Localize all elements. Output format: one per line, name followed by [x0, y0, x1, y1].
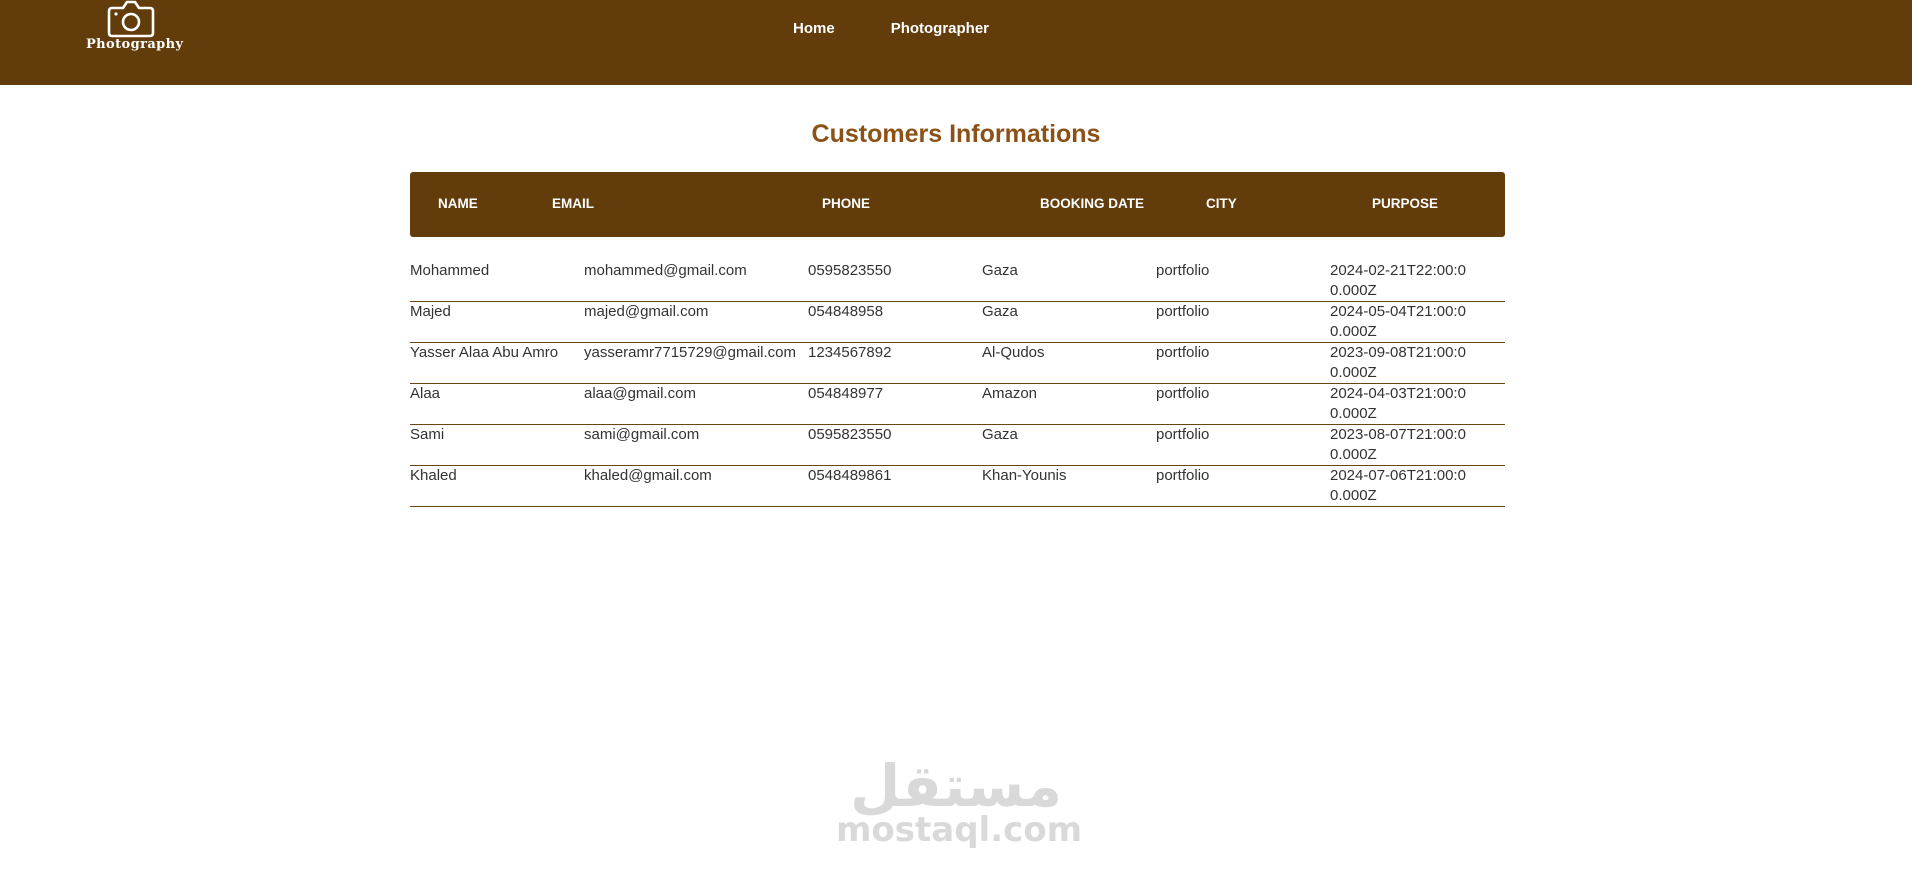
column-header-booking-date: BOOKING DATE [1040, 196, 1144, 211]
camera-icon [107, 0, 155, 38]
nav-home[interactable]: Home [793, 20, 835, 37]
table-row: Khaled khaled@gmail.com 0548489861 Khan-… [410, 466, 1505, 507]
cell-phone: 0595823550 [808, 262, 892, 279]
cell-purpose: 2024-05-04T21:00:00.000Z [1330, 303, 1466, 340]
cell-email: mohammed@gmail.com [584, 262, 747, 279]
cell-email: alaa@gmail.com [584, 385, 696, 402]
cell-city: portfolio [1156, 426, 1210, 443]
table-row: Sami sami@gmail.com 0595823550 Gaza port… [410, 425, 1505, 466]
cell-name: Mohammed [410, 262, 490, 279]
cell-purpose: 2023-09-08T21:00:00.000Z [1330, 344, 1466, 381]
customers-table: NAME EMAIL PHONE BOOKING DATE CITY PURPO… [410, 172, 1505, 507]
page-title: Customers Informations [811, 120, 1101, 148]
logo[interactable]: Photography [86, 0, 184, 56]
nav-photographer[interactable]: Photographer [891, 20, 989, 37]
cell-booking-date: Gaza [982, 303, 1018, 320]
table-row: Majed majed@gmail.com 054848958 Gaza por… [410, 302, 1505, 343]
column-header-purpose: PURPOSE [1372, 196, 1439, 211]
column-header-phone: PHONE [822, 196, 871, 211]
cell-name: Sami [410, 426, 445, 443]
cell-name: Yasser Alaa Abu Amro [410, 344, 559, 361]
top-navbar: Photography Home Photographer [0, 0, 1912, 85]
cell-purpose: 2024-04-03T21:00:00.000Z [1330, 385, 1466, 422]
cell-name: Alaa [410, 385, 441, 402]
watermark-latin-text: mostaql.com [836, 810, 1083, 850]
cell-purpose: 2024-07-06T21:00:00.000Z [1330, 467, 1466, 504]
table-header: NAME EMAIL PHONE BOOKING DATE CITY PURPO… [410, 172, 1505, 237]
column-header-name: NAME [438, 196, 478, 211]
column-header-email: EMAIL [552, 196, 594, 211]
cell-booking-date: Gaza [982, 262, 1018, 279]
table-row: Alaa alaa@gmail.com 054848977 Amazon por… [410, 384, 1505, 425]
main-nav: Home Photographer [793, 20, 989, 37]
cell-booking-date: Al-Qudos [982, 344, 1045, 361]
cell-email: yasseramr7715729@gmail.com [584, 344, 796, 361]
watermark-arabic-text: مستقل [849, 752, 1063, 820]
table-row: Yasser Alaa Abu Amro yasseramr7715729@gm… [410, 343, 1505, 384]
cell-phone: 054848977 [808, 385, 884, 402]
cell-booking-date: Khan-Younis [982, 467, 1067, 484]
table-body: Mohammed mohammed@gmail.com 0595823550 G… [410, 261, 1505, 507]
cell-phone: 054848958 [808, 303, 884, 320]
table-row: Mohammed mohammed@gmail.com 0595823550 G… [410, 261, 1505, 302]
cell-phone: 1234567892 [808, 344, 892, 361]
logo-text: Photography [86, 37, 184, 52]
cell-name: Khaled [410, 467, 457, 484]
watermark-logo: مستقل mostaql.com [836, 752, 1083, 850]
cell-purpose: 2023-08-07T21:00:00.000Z [1330, 426, 1466, 463]
cell-booking-date: Gaza [982, 426, 1018, 443]
cell-city: portfolio [1156, 344, 1210, 361]
cell-email: majed@gmail.com [584, 303, 709, 320]
cell-booking-date: Amazon [982, 385, 1038, 402]
cell-city: portfolio [1156, 467, 1210, 484]
cell-city: portfolio [1156, 262, 1210, 279]
cell-purpose: 2024-02-21T22:00:00.000Z [1330, 262, 1466, 299]
cell-email: sami@gmail.com [584, 426, 700, 443]
cell-phone: 0548489861 [808, 467, 892, 484]
column-header-city: CITY [1206, 196, 1237, 211]
cell-email: khaled@gmail.com [584, 467, 712, 484]
cell-city: portfolio [1156, 385, 1210, 402]
cell-city: portfolio [1156, 303, 1210, 320]
cell-name: Majed [410, 303, 451, 320]
cell-phone: 0595823550 [808, 426, 892, 443]
